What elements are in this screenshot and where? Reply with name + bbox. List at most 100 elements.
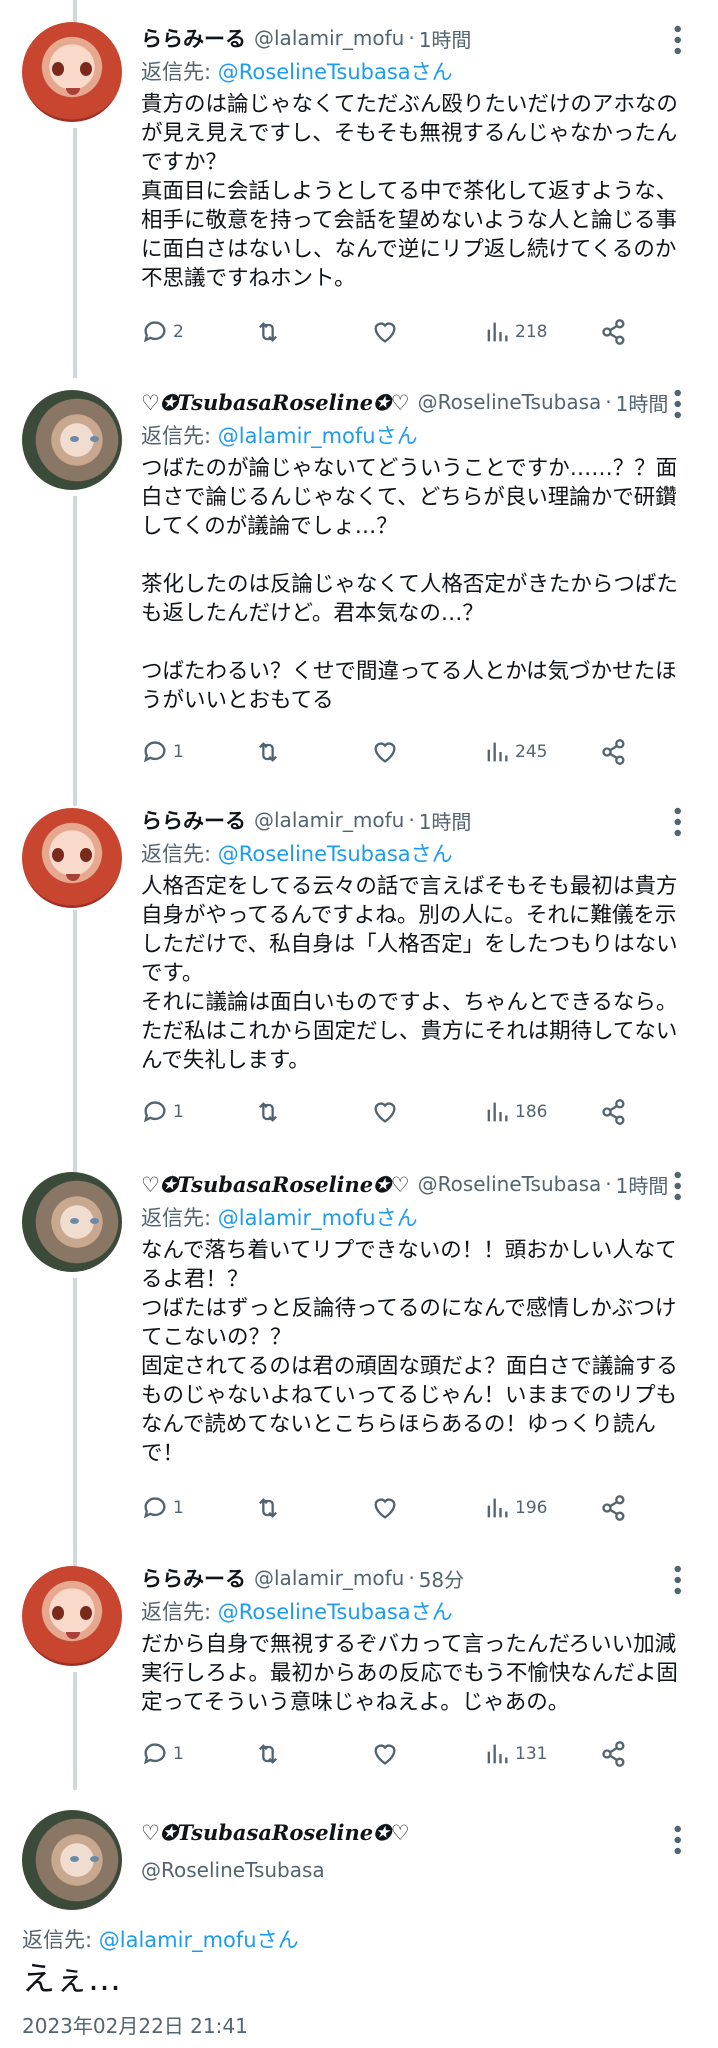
handle[interactable]: @lalamir_mofu xyxy=(254,808,404,832)
reply-bubble-icon xyxy=(143,1101,166,1123)
reply-button[interactable]: 1 xyxy=(141,1736,184,1772)
views-button[interactable]: 186 xyxy=(483,1094,547,1130)
action-bar: 1 245 xyxy=(141,734,641,770)
view-count: 196 xyxy=(515,1498,548,1518)
avatar[interactable] xyxy=(22,1566,122,1666)
handle[interactable]: @lalamir_mofu xyxy=(254,1566,404,1590)
display-name[interactable]: ららみーる xyxy=(141,805,246,835)
share-icon xyxy=(602,1495,625,1521)
avatar[interactable] xyxy=(22,390,122,490)
heart-icon xyxy=(374,322,396,343)
tweet-text: だから自身で無視するぞバカって言ったんだろいい加減実行しろよ。最初からあの反応で… xyxy=(141,1632,678,1715)
views-button[interactable]: 131 xyxy=(483,1736,547,1772)
avatar[interactable] xyxy=(22,22,122,122)
display-name[interactable]: ♡✪TsubasaRoseline✪♡ xyxy=(141,1820,410,1845)
reply-bubble-icon xyxy=(143,1743,166,1765)
share-icon xyxy=(602,1099,625,1125)
timestamp[interactable]: 58分 xyxy=(419,1564,464,1593)
avatar[interactable] xyxy=(22,808,122,908)
avatar[interactable] xyxy=(22,1810,122,1910)
handle[interactable]: @RoselineTsubasa xyxy=(418,1172,602,1196)
share-icon xyxy=(602,1741,625,1767)
reply-count: 1 xyxy=(173,742,184,762)
share-button[interactable] xyxy=(600,1490,628,1526)
handle[interactable]: @lalamir_mofu xyxy=(254,26,404,50)
thread-line xyxy=(73,0,77,22)
reply-mention[interactable]: @lalamir_mofuさん xyxy=(99,1928,299,1952)
avatar[interactable] xyxy=(22,1172,122,1272)
timestamp[interactable]: 1時間 xyxy=(419,806,472,835)
retweet-button[interactable] xyxy=(254,1094,282,1130)
reply-to: 返信先: @lalamir_mofuさん xyxy=(141,1202,418,1232)
more-dots-icon[interactable]: ••• xyxy=(664,1823,689,1856)
tweet-header: ♡✪TsubasaRoseline✪♡ @RoselineTsubasa · 1… xyxy=(141,386,689,420)
reply-count: 1 xyxy=(173,1102,184,1122)
thread-line xyxy=(73,1672,77,1790)
timestamp[interactable]: 1時間 xyxy=(419,24,472,53)
focused-header: ♡✪TsubasaRoseline✪♡ xyxy=(141,1820,410,1845)
action-bar: 1 196 xyxy=(141,1490,641,1526)
like-button[interactable] xyxy=(371,734,399,770)
view-count: 131 xyxy=(515,1744,548,1764)
reply-to: 返信先: @RoselineTsubasaさん xyxy=(141,56,453,86)
reply-count: 2 xyxy=(173,322,184,342)
more-dots-icon[interactable]: ••• xyxy=(664,1169,689,1202)
display-name[interactable]: ららみーる xyxy=(141,23,246,53)
thread-line xyxy=(73,496,77,806)
retweet-button[interactable] xyxy=(254,734,282,770)
reply-mention[interactable]: @lalamir_mofuさん xyxy=(218,1206,418,1230)
display-name[interactable]: ♡✪TsubasaRoseline✪♡ xyxy=(141,1172,410,1197)
separator: · xyxy=(605,1172,612,1196)
thread-line xyxy=(73,1278,77,1568)
reply-prefix: 返信先: xyxy=(141,1206,218,1230)
reply-button[interactable]: 1 xyxy=(141,734,184,770)
handle[interactable]: @RoselineTsubasa xyxy=(141,1858,325,1882)
like-button[interactable] xyxy=(371,1490,399,1526)
handle[interactable]: @RoselineTsubasa xyxy=(418,390,602,414)
reply-bubble-icon xyxy=(143,321,166,343)
share-button[interactable] xyxy=(600,1094,628,1130)
tweet-text: なんで落ち着いてリプできないの！！頭おかしい人なてるよ君！？ つばたはずっと反論… xyxy=(141,1238,678,1466)
reply-prefix: 返信先: xyxy=(141,1600,218,1624)
timestamp[interactable]: 1時間 xyxy=(616,388,669,417)
reply-mention[interactable]: @RoselineTsubasaさん xyxy=(218,842,453,866)
reply-mention[interactable]: @RoselineTsubasaさん xyxy=(218,60,453,84)
retweet-button[interactable] xyxy=(254,1490,282,1526)
reply-count: 1 xyxy=(173,1744,184,1764)
retweet-icon xyxy=(259,742,277,762)
timestamp[interactable]: 2023年02月22日 21:41 xyxy=(22,2010,248,2039)
more-dots-icon[interactable]: ••• xyxy=(664,23,689,56)
views-button[interactable]: 196 xyxy=(483,1490,547,1526)
like-button[interactable] xyxy=(371,314,399,350)
retweet-button[interactable] xyxy=(254,1736,282,1772)
share-button[interactable] xyxy=(600,734,628,770)
share-button[interactable] xyxy=(600,314,628,350)
reply-mention[interactable]: @lalamir_mofuさん xyxy=(218,424,418,448)
timestamp[interactable]: 1時間 xyxy=(616,1170,669,1199)
reply-bubble-icon xyxy=(143,1497,166,1519)
like-button[interactable] xyxy=(371,1736,399,1772)
action-bar: 2 218 xyxy=(141,314,641,350)
views-button[interactable]: 245 xyxy=(483,734,547,770)
reply-count: 1 xyxy=(173,1498,184,1518)
retweet-button[interactable] xyxy=(254,314,282,350)
like-button[interactable] xyxy=(371,1094,399,1130)
display-name[interactable]: ららみーる xyxy=(141,1563,246,1593)
more-dots-icon[interactable]: ••• xyxy=(664,387,689,420)
share-button[interactable] xyxy=(600,1736,628,1772)
tweet-text: つばたのが論じゃないてどういうことですか……？？面白さで論じるんじゃなくて、どち… xyxy=(141,456,678,713)
reply-to: 返信先: @RoselineTsubasaさん xyxy=(141,1596,453,1626)
reply-button[interactable]: 2 xyxy=(141,314,184,350)
more-dots-icon[interactable]: ••• xyxy=(664,1563,689,1596)
more-dots-icon[interactable]: ••• xyxy=(664,805,689,838)
reply-button[interactable]: 1 xyxy=(141,1490,184,1526)
retweet-icon xyxy=(259,1498,277,1518)
reply-button[interactable]: 1 xyxy=(141,1094,184,1130)
reply-prefix: 返信先: xyxy=(22,1928,99,1952)
share-icon xyxy=(602,739,625,765)
tweet-header: ♡✪TsubasaRoseline✪♡ @RoselineTsubasa · 1… xyxy=(141,1168,689,1202)
display-name[interactable]: ♡✪TsubasaRoseline✪♡ xyxy=(141,390,410,415)
reply-mention[interactable]: @RoselineTsubasaさん xyxy=(218,1600,453,1624)
views-button[interactable]: 218 xyxy=(483,314,547,350)
tweet-header: ららみーる @lalamir_mofu · 1時間 ••• xyxy=(141,22,689,56)
